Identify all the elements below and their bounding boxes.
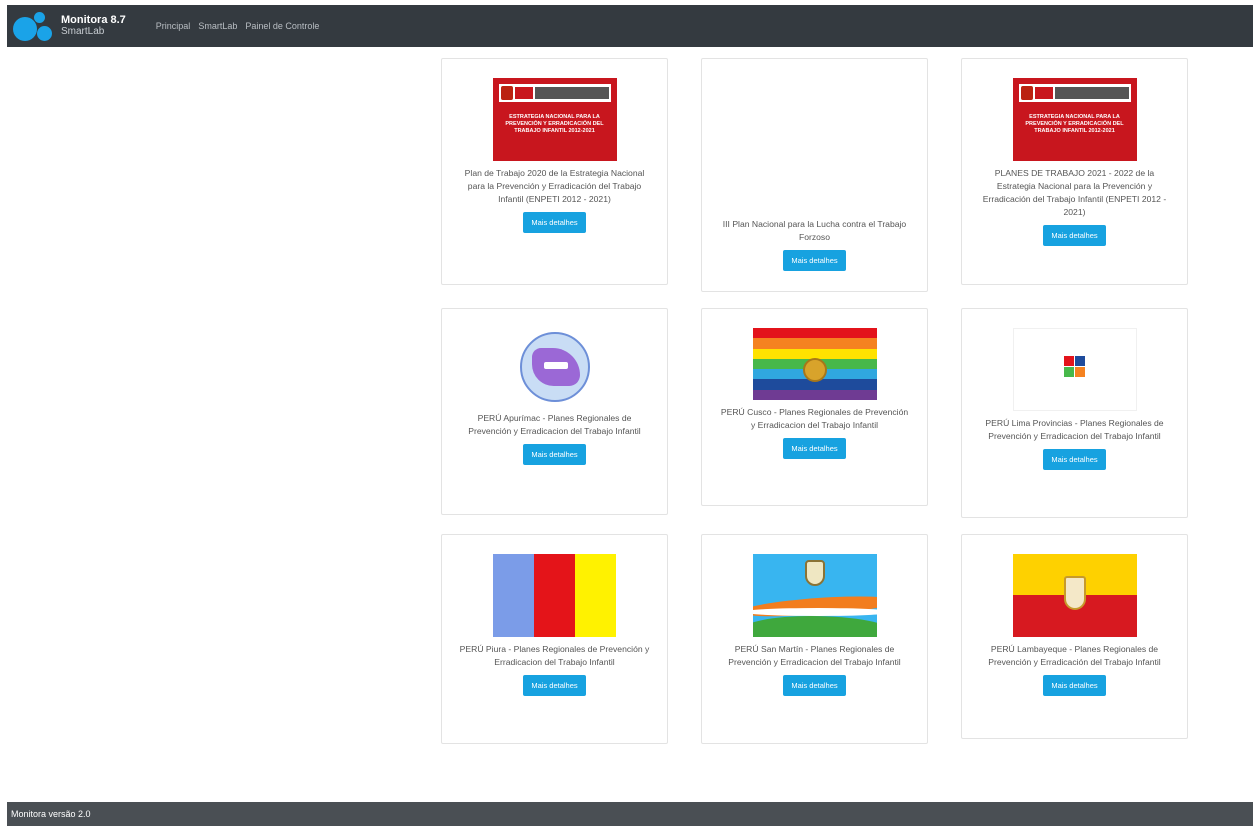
card-san-martin: PERÚ San Martín - Planes Regionales de P… <box>701 534 928 744</box>
card-plan-trabajo-forzoso: III Plan Nacional para la Lucha contra e… <box>701 58 928 292</box>
card-title: PERÚ Lima Provincias - Planes Regionales… <box>985 418 1164 441</box>
footer: Monitora versão 2.0 <box>7 802 1253 826</box>
cover-text: ESTRATEGIA NACIONAL PARA LA PREVENCIÓN Y… <box>1025 114 1124 134</box>
nav-principal[interactable]: Principal <box>156 21 191 31</box>
lambayeque-flag-image <box>1012 554 1137 637</box>
card-title: PERÚ Apurímac - Planes Regionales de Pre… <box>468 413 641 436</box>
brand[interactable]: Monitora 8.7 SmartLab <box>13 9 126 43</box>
app-title: Monitora 8.7 <box>61 14 126 26</box>
card-title: III Plan Nacional para la Lucha contra e… <box>722 219 907 242</box>
card-planes-trabajo-2021: ESTRATEGIA NACIONAL PARA LA PREVENCIÓN Y… <box>961 58 1188 285</box>
piura-flag-image <box>492 554 617 637</box>
card-piura: PERÚ Piura - Planes Regionales de Preven… <box>441 534 668 744</box>
card-apurimac: PERÚ Apurímac - Planes Regionales de Pre… <box>441 308 668 515</box>
enpeti-cover-image: ESTRATEGIA NACIONAL PARA LA PREVENCIÓN Y… <box>1012 78 1137 161</box>
mais-detalhes-button[interactable]: Mais detalhes <box>1043 675 1106 696</box>
main-nav: Principal SmartLab Painel de Controle <box>156 21 328 31</box>
card-cusco: PERÚ Cusco - Planes Regionales de Preven… <box>701 308 928 506</box>
nav-painel-de-controle[interactable]: Painel de Controle <box>245 21 319 31</box>
lambayeque-coat-of-arms-icon <box>1063 576 1086 610</box>
card-title: PERÚ Piura - Planes Regionales de Preven… <box>459 644 650 667</box>
footer-version-text: Monitora versão 2.0 <box>11 809 91 819</box>
cusco-flag-image <box>752 328 877 400</box>
app-subtitle: SmartLab <box>61 26 105 37</box>
san-martin-coat-of-arms-icon <box>804 560 825 586</box>
san-martin-flag-image <box>752 554 877 637</box>
mais-detalhes-button[interactable]: Mais detalhes <box>523 444 586 465</box>
mais-detalhes-button[interactable]: Mais detalhes <box>1043 449 1106 470</box>
apurimac-badge-image <box>493 328 617 406</box>
card-lambayeque: PERÚ Lambayeque - Planes Regionales de P… <box>961 534 1188 739</box>
card-lima-provincias: PERÚ Lima Provincias - Planes Regionales… <box>961 308 1188 518</box>
top-navbar: Monitora 8.7 SmartLab Principal SmartLab… <box>7 5 1253 47</box>
lima-provincias-image <box>1012 328 1137 411</box>
cover-text: ESTRATEGIA NACIONAL PARA LA PREVENCIÓN Y… <box>505 114 604 134</box>
peru-shield-icon <box>500 86 513 100</box>
mais-detalhes-button[interactable]: Mais detalhes <box>783 675 846 696</box>
nav-smartlab[interactable]: SmartLab <box>198 21 237 31</box>
mais-detalhes-button[interactable]: Mais detalhes <box>523 675 586 696</box>
sun-emblem-icon <box>802 358 827 382</box>
mais-detalhes-button[interactable]: Mais detalhes <box>783 250 846 271</box>
enpeti-cover-image: ESTRATEGIA NACIONAL PARA LA PREVENCIÓN Y… <box>492 78 617 161</box>
peru-shield-icon <box>1020 86 1033 100</box>
monitora-logo-icon <box>13 9 55 43</box>
mais-detalhes-button[interactable]: Mais detalhes <box>523 212 586 233</box>
card-title: PERÚ San Martín - Planes Regionales de P… <box>728 644 901 667</box>
card-title: PERÚ Lambayeque - Planes Regionales de P… <box>988 644 1161 667</box>
card-title: Plan de Trabajo 2020 de la Estrategia Na… <box>464 168 645 204</box>
card-title: PLANES DE TRABAJO 2021 - 2022 de la Estr… <box>982 168 1167 217</box>
lima-provincias-logo-icon <box>1063 356 1086 378</box>
card-title: PERÚ Cusco - Planes Regionales de Preven… <box>720 407 909 430</box>
mais-detalhes-button[interactable]: Mais detalhes <box>783 438 846 459</box>
apurimac-emblem-icon <box>519 332 590 402</box>
card-plan-trabajo-2020: ESTRATEGIA NACIONAL PARA LA PREVENCIÓN Y… <box>441 58 668 285</box>
mais-detalhes-button[interactable]: Mais detalhes <box>1043 225 1106 246</box>
